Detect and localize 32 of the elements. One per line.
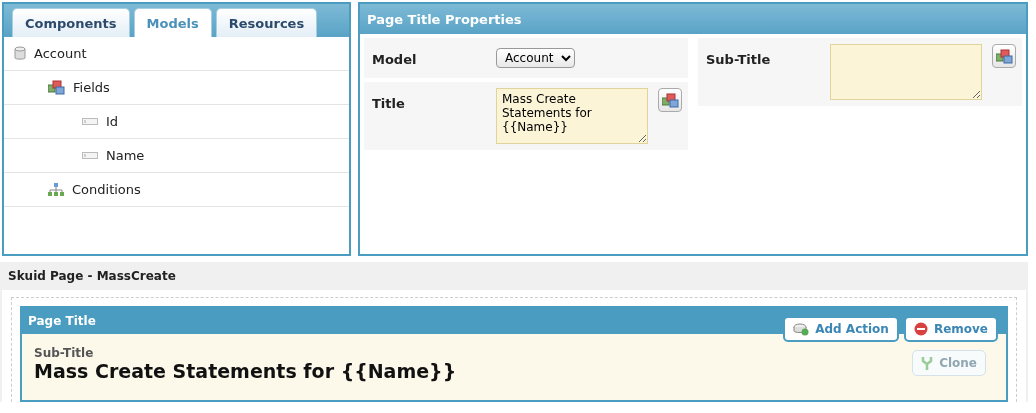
cubes-icon (661, 92, 679, 108)
field-label: Title (372, 95, 406, 111)
field-icon (82, 152, 98, 159)
tree-item[interactable]: Id (106, 114, 119, 129)
cubes-icon (995, 48, 1013, 64)
fork-icon (921, 356, 934, 370)
text-field[interactable]: Mass Create Statements for {{Name}} (496, 88, 648, 144)
tree-item[interactable]: Conditions (72, 182, 141, 197)
page-title: Skuid Page - MassCreate (7, 268, 177, 285)
tree-item[interactable]: Fields (73, 80, 110, 95)
merge-field-button[interactable] (658, 88, 682, 112)
text-field[interactable] (830, 44, 982, 100)
hierarchy-icon (48, 183, 64, 196)
database-icon (14, 46, 26, 61)
cubes-icon (48, 80, 65, 95)
subtitle: Sub-Title (34, 346, 94, 360)
add-icon (793, 322, 810, 336)
remove-icon (913, 322, 928, 336)
tab[interactable]: Resources (215, 8, 318, 37)
merge-field-button[interactable] (992, 44, 1016, 68)
action-button[interactable]: Remove (903, 316, 998, 342)
tree-item[interactable]: Name (106, 148, 145, 163)
tab[interactable]: Components (12, 8, 130, 37)
model-select[interactable]: Account (496, 48, 575, 68)
field-label: Model (372, 51, 418, 67)
field-icon (82, 118, 98, 125)
tree-item[interactable]: Account (34, 46, 87, 61)
tab[interactable]: Models (133, 8, 212, 37)
field-label: Sub-Title (706, 51, 772, 67)
page-heading: Mass Create Statements for {{Name}} (34, 360, 457, 382)
panel-title: Page Title Properties (360, 4, 1026, 34)
action-button[interactable]: Add Action (783, 316, 899, 342)
